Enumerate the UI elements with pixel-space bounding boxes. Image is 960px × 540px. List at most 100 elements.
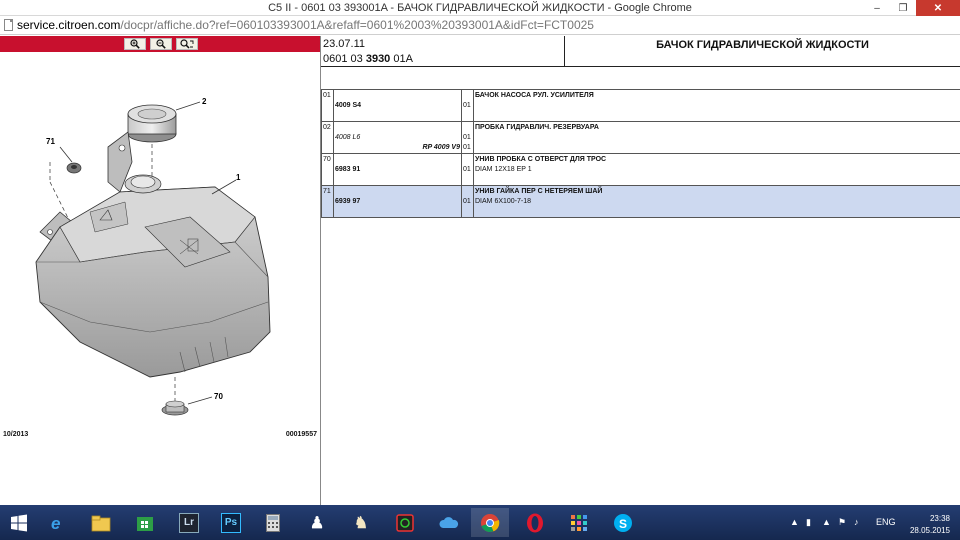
tray-volume-icon[interactable]: ♪ [854,517,859,527]
clock-date: 28.05.2015 [909,526,950,535]
reservoir-diagram: 2 71 1 70 [35,97,271,416]
cell-item: 71 [321,185,334,218]
taskbar-lightroom[interactable]: Lr [170,508,208,537]
cell-reference: 6983 91 [333,153,462,186]
start-icon [11,514,27,531]
page-icon [4,19,13,31]
part-quantity: 01 [463,166,471,173]
taskbar-apps[interactable] [560,508,598,537]
diagram-panel: 2 71 1 70 10/2013 00019557 [0,36,321,505]
callout-1: 1 [236,173,241,182]
item-number: 71 [323,188,331,195]
header-info: 23.07.11 0601 03 3930 01A [321,36,565,67]
close-button[interactable]: ✕ [916,0,960,16]
taskbar-store[interactable] [126,508,164,537]
item-number: 02 [323,124,331,131]
table-row[interactable]: 02 4008 L6 RP 4009 V9 01 01 ПРОБКА ГИДРАВЛИЧ.… [321,121,960,154]
cell-description: ПРОБКА ГИДРАВЛИЧ. РЕЗЕРВУАРА [473,121,960,154]
taskbar: e Lr Ps ♟ ♞ S ▲ ▮ ▲ ⚑ ♪ ENG 23:38 28.05.… [0,505,960,540]
cell-description: УНИВ ПРОБКА С ОТВЕРСТ ДЛЯ ТРОС DIAM 12X18… [473,153,960,186]
calculator-icon [263,513,283,533]
taskbar-ie[interactable]: e [38,508,76,537]
taskbar-explorer[interactable] [82,508,120,537]
callout-70: 70 [214,392,223,401]
chess-icon: ♟ [309,514,325,532]
parts-table: 01 4009 S4 01 БАЧОК НАСОСА РУЛ. УСИЛИТЕЛЯ 02… [321,89,960,218]
cell-item: 01 [321,89,334,122]
part-reference: 4009 S4 [335,102,362,109]
url-host: service.citroen.com [17,18,121,32]
camera-icon [395,513,415,533]
minimize-button[interactable]: – [864,0,890,16]
tray-expand-icon[interactable]: ▲ [790,517,799,527]
maximize-button[interactable]: ❐ [890,0,916,16]
part-quantity: 01 [463,134,471,141]
cell-quantity: 01 01 [461,121,474,154]
tray-flag-icon[interactable]: ⚑ [838,517,846,528]
svg-text:e: e [51,514,60,533]
item-number: 01 [323,92,331,99]
taskbar-photoshop[interactable]: Ps [212,508,250,537]
file-explorer-icon [91,513,111,533]
photoshop-icon: Ps [221,512,241,533]
part-reference: 4008 L6 [335,134,361,141]
internet-explorer-icon: e [47,513,67,533]
taskbar-opera[interactable] [516,508,554,537]
part-reference: 6983 91 [335,166,361,173]
clock-time: 23:38 [929,514,950,523]
part-description: БАЧОК НАСОСА РУЛ. УСИЛИТЕЛЯ [475,92,594,99]
lightroom-icon: Lr [179,512,199,533]
zoom-in-icon[interactable] [124,38,146,50]
part-description-detail: DIAM 12X18 EP 1 [475,166,532,173]
diagram-toolbar [0,36,320,52]
part-quantity-2: 01 [463,144,471,151]
taskbar-calculator[interactable] [254,508,292,537]
taskbar-onedrive[interactable] [430,508,468,537]
cell-reference: 6939 97 [333,185,462,218]
onedrive-icon [439,513,459,533]
diagram-date: 10/2013 [3,431,29,438]
table-row[interactable]: 70 6983 91 01 УНИВ ПРОБКА С ОТВЕРСТ ДЛЯ ТРО… [321,153,960,186]
diagram-code: 00019557 [285,431,317,438]
table-row[interactable]: 01 4009 S4 01 БАЧОК НАСОСА РУЛ. УСИЛИТЕЛЯ [321,89,960,122]
chrome-icon [480,513,500,533]
game-icon: ♞ [353,514,369,532]
url-path: /docpr/affiche.do?ref=060103393001A&refa… [120,18,594,32]
opera-icon [525,513,545,533]
taskbar-game[interactable]: ♞ [342,508,380,537]
part-quantity: 01 [463,198,471,205]
part-quantity: 01 [463,102,471,109]
ref-prefix: 0601 03 [323,53,363,65]
ref-bold: 3930 [365,53,391,65]
cell-quantity: 01 [461,89,474,122]
address-bar[interactable]: service.citroen.com/docpr/affiche.do?ref… [0,16,960,35]
tray-clock[interactable]: 23:38 28.05.2015 [910,513,950,537]
zoom-out-icon[interactable] [150,38,172,50]
tray-signal-icon[interactable]: ▲ [822,517,831,527]
reservoir-body [35,174,271,378]
zoom-fit-icon[interactable] [176,38,198,50]
part-description-detail: DIAM 6X100-7-18 [475,198,532,205]
store-icon [135,513,155,533]
start-button[interactable] [0,508,38,537]
taskbar-camera[interactable] [386,508,424,537]
window-controls: – ❐ ✕ [864,0,960,16]
window-title: C5 II - 0601 03 393001A - БАЧОК ГИДРАВЛИ… [268,2,692,14]
cell-reference: 4009 S4 [333,89,462,122]
url-text[interactable]: service.citroen.com/docpr/affiche.do?ref… [17,18,594,32]
taskbar-skype[interactable]: S [604,508,642,537]
part-description: УНИВ ГАЙКА ПЕР С НЕТЕРЯЕМ ШАЙ [475,188,603,195]
cell-quantity: 01 [461,185,474,218]
tray-language[interactable]: ENG [876,517,896,527]
callout-2: 2 [202,97,207,106]
taskbar-chrome[interactable] [471,508,509,537]
tray-network-icon[interactable]: ▮ [806,517,811,528]
table-row[interactable]: 71 6939 97 01 УНИВ ГАЙКА ПЕР С НЕТЕРЯЕМ ШАЙ… [321,185,960,218]
taskbar-chess[interactable]: ♟ [298,508,336,537]
part-reference: 6939 97 [335,198,361,205]
item-number: 70 [323,156,331,163]
cell-reference: 4008 L6 RP 4009 V9 [333,121,462,154]
ref-suffix: 01A [393,53,413,65]
window-title-bar: C5 II - 0601 03 393001A - БАЧОК ГИДРАВЛИ… [0,0,960,16]
nut-part [66,162,82,174]
